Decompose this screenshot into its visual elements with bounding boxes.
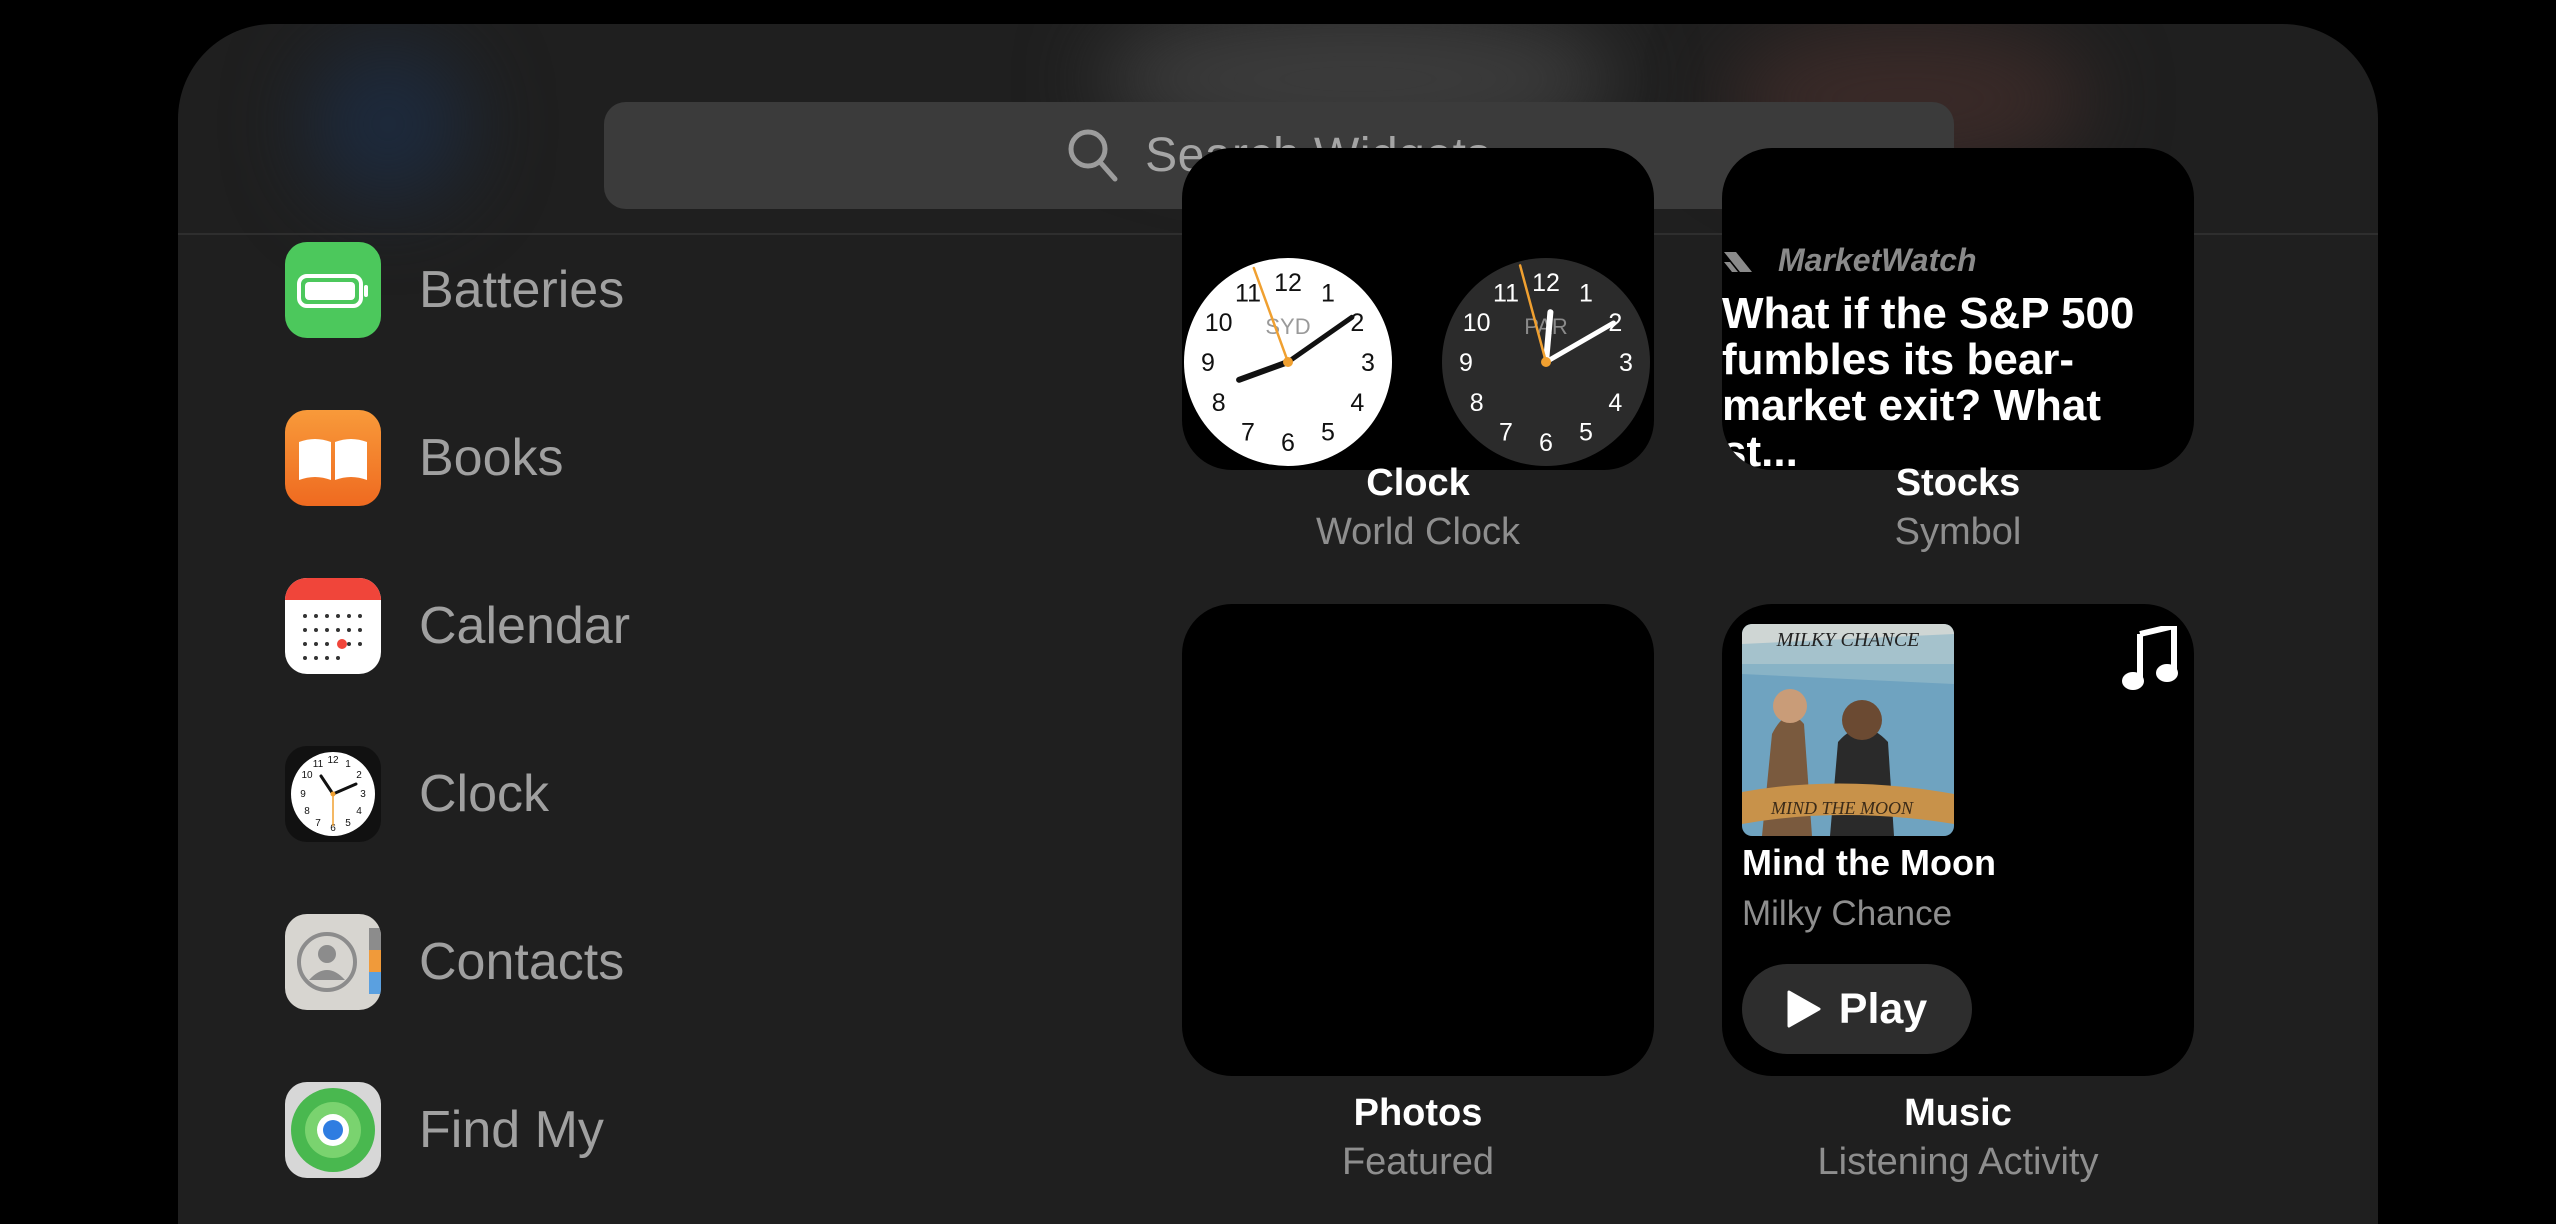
play-button[interactable]: Play xyxy=(1742,964,1972,1054)
news-source: MarketWatch xyxy=(1778,242,1977,278)
svg-text:1: 1 xyxy=(345,759,351,770)
calendar-icon xyxy=(285,578,381,674)
clock-numeral: 6 xyxy=(1539,429,1553,457)
open-book-icon xyxy=(285,410,381,506)
widget-subtitle: Featured xyxy=(1341,1141,1495,1183)
app-list-item-clock[interactable]: 12 1 2 3 4567 8 9 10 11 Clock xyxy=(285,746,549,842)
app-label: Contacts xyxy=(419,933,625,991)
location-icon xyxy=(285,1082,381,1178)
app-label: Books xyxy=(419,429,564,487)
widget-title: Stocks xyxy=(1895,462,2021,504)
album-art-image: MILKY CHANCE MIND THE MOON xyxy=(1742,624,1954,836)
battery-icon xyxy=(285,242,381,338)
clock-numeral: 10 xyxy=(1463,309,1491,337)
app-label: Find My xyxy=(419,1101,604,1159)
svg-text:8: 8 xyxy=(304,806,310,817)
widget-title: Photos xyxy=(1353,1092,1483,1134)
clock-widget-caption: Clock World Clock xyxy=(1178,462,1658,554)
widget-subtitle: Listening Activity xyxy=(1817,1141,2099,1183)
clock-numeral: 2 xyxy=(1350,309,1364,337)
person-icon xyxy=(285,914,381,1010)
clock-numeral: 3 xyxy=(1361,349,1375,377)
svg-text:11: 11 xyxy=(313,759,324,770)
clock-numeral: 1 xyxy=(1579,280,1593,308)
svg-text:7: 7 xyxy=(315,818,321,829)
clock-numeral: 7 xyxy=(1241,418,1255,446)
music-listening-activity-widget[interactable]: MILKY CHANCE MIND THE MOON Mind the Moon… xyxy=(1722,604,2194,1076)
app-list-item-books[interactable]: Books xyxy=(285,410,564,506)
music-widget-caption: Music Listening Activity xyxy=(1718,1092,2198,1184)
album-art-text: MILKY CHANCE xyxy=(1776,629,1920,651)
app-list-item-batteries[interactable]: Batteries xyxy=(285,242,624,338)
clock-world-clock-widget[interactable]: 12 1 2 3 4 5 6 7 8 9 10 11 SYD 12 1 2 3 4 5 6 7 8 9 10 11 PAR xyxy=(1182,148,1654,470)
news-headline: What if the S&P 500 fumbles its bear-mar… xyxy=(1722,289,2135,471)
svg-text:10: 10 xyxy=(301,770,313,781)
clock-numeral: 8 xyxy=(1212,389,1226,417)
clock-numeral: 9 xyxy=(1201,349,1215,377)
widget-title: Music xyxy=(1904,1092,2012,1134)
photos-featured-widget[interactable] xyxy=(1182,604,1654,1076)
widget-subtitle: World Clock xyxy=(1315,511,1521,553)
stocks-widget-caption: Stocks Symbol xyxy=(1718,462,2198,554)
widget-title: Clock xyxy=(1366,462,1470,504)
photos-widget-caption: Photos Featured xyxy=(1178,1092,1658,1184)
clock-numeral: 4 xyxy=(1608,389,1622,417)
widget-subtitle: Symbol xyxy=(1894,511,2022,553)
clock-numeral: 12 xyxy=(1532,269,1560,297)
search-icon xyxy=(1068,129,1118,181)
clock-numeral: 7 xyxy=(1499,418,1513,446)
app-label: Calendar xyxy=(419,597,631,655)
album-art-text: MIND THE MOON xyxy=(1770,798,1914,818)
clock-numeral: 3 xyxy=(1619,349,1633,377)
app-list-item-calendar[interactable]: Calendar xyxy=(285,578,630,674)
svg-text:9: 9 xyxy=(300,789,306,800)
clock-numeral: 9 xyxy=(1459,349,1473,377)
app-label: Clock xyxy=(419,765,550,823)
clock-numeral: 8 xyxy=(1470,389,1484,417)
svg-text:2: 2 xyxy=(356,770,362,781)
world-clock-faces: 12 1234567891011SYD12 1234567891011PAR xyxy=(1184,258,1650,466)
clock-numeral: 11 xyxy=(1493,280,1519,308)
song-artist: Milky Chance xyxy=(1742,894,1953,933)
widget-gallery-sheet: Search Widgets Batteries Books xyxy=(178,24,2378,1224)
clock-numeral: 5 xyxy=(1579,418,1593,446)
marketwatch-logo-icon xyxy=(1724,252,1752,272)
play-icon xyxy=(1787,990,1821,1028)
clock-numeral: 4 xyxy=(1350,389,1364,417)
svg-text:4: 4 xyxy=(356,806,362,817)
clock-icon: 12 1 2 3 4567 8 9 10 11 xyxy=(285,746,381,842)
clock-numeral: 11 xyxy=(1235,280,1261,308)
clock-numeral: 10 xyxy=(1205,309,1233,337)
stocks-symbol-widget[interactable]: MarketWatch What if the S&P 500 fumbles … xyxy=(1722,148,2194,470)
app-list-item-find-my[interactable]: Find My xyxy=(285,1082,604,1178)
clock-numeral: 12 xyxy=(1274,269,1302,297)
svg-text:5: 5 xyxy=(345,818,351,829)
clock-numeral: 5 xyxy=(1321,418,1335,446)
svg-text:12: 12 xyxy=(327,755,339,766)
svg-text:3: 3 xyxy=(360,789,366,800)
song-title: Mind the Moon xyxy=(1742,842,1996,883)
clock-face-par: 12 1234567891011PAR xyxy=(1442,258,1650,466)
play-label: Play xyxy=(1838,984,1928,1033)
app-list-item-contacts[interactable]: Contacts xyxy=(285,914,624,1010)
background-glow xyxy=(308,44,468,204)
app-label: Batteries xyxy=(419,261,625,319)
clock-numeral: 1 xyxy=(1321,280,1335,308)
music-note-icon xyxy=(2122,626,2178,690)
clock-numeral: 6 xyxy=(1281,429,1295,457)
clock-face-syd: 12 1234567891011SYD xyxy=(1184,258,1392,466)
